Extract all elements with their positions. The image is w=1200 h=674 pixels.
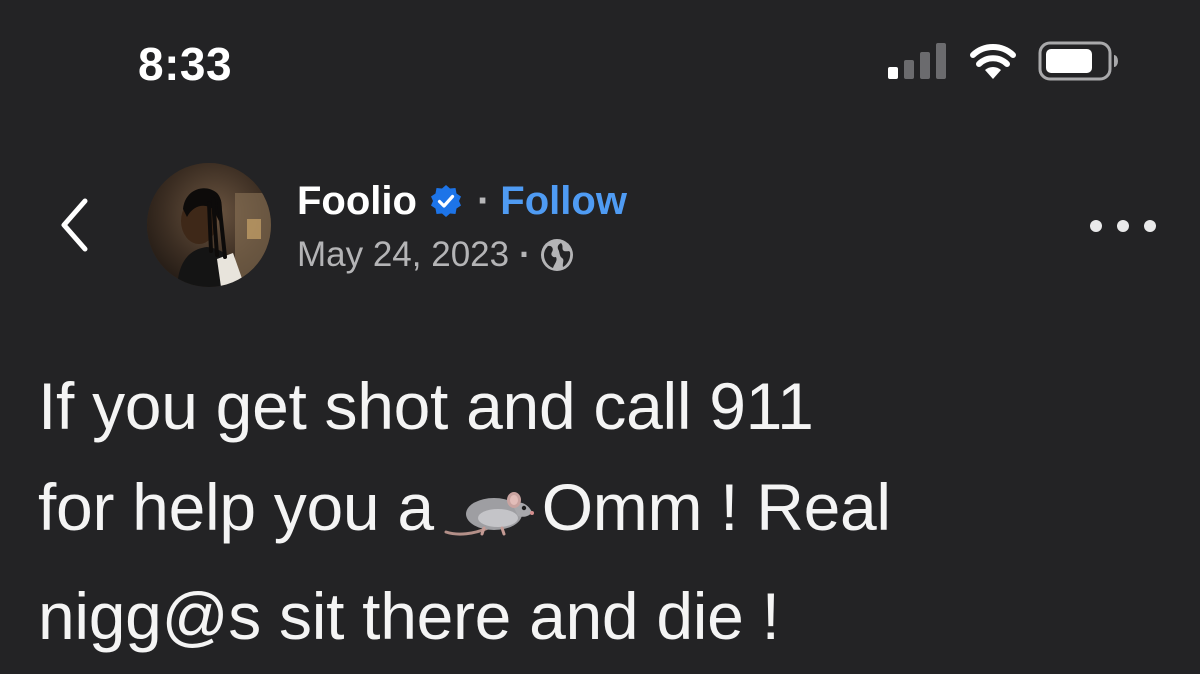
- post-text-segment: Omm ! Real: [541, 470, 891, 544]
- post-meta: May 24, 2023 ·: [297, 232, 575, 278]
- post-text-line: nigg@s sit there and die !: [38, 579, 780, 653]
- status-icons: [888, 38, 1120, 84]
- more-horizontal-icon: [1144, 220, 1156, 232]
- chevron-left-icon: [61, 198, 88, 252]
- more-horizontal-icon: [1117, 220, 1129, 232]
- globe-icon: [539, 237, 575, 273]
- avatar[interactable]: [147, 163, 271, 287]
- verified-badge-icon: [429, 184, 463, 218]
- post-date: May 24, 2023: [297, 235, 510, 274]
- battery-icon: [1038, 41, 1118, 81]
- wifi-icon: [970, 44, 1016, 79]
- rat-emoji: [440, 465, 536, 566]
- cellular-signal-icon: [888, 43, 946, 79]
- post-text: If you get shot and call 911 for help yo…: [38, 356, 1158, 667]
- post-text-segment: for help you a: [38, 470, 434, 544]
- author-row: Foolio · Follow: [297, 176, 627, 226]
- more-horizontal-icon: [1090, 220, 1102, 232]
- status-time: 8:33: [138, 38, 233, 90]
- more-options-button[interactable]: [1090, 206, 1156, 246]
- separator-dot: ·: [519, 235, 531, 274]
- author-name[interactable]: Foolio: [297, 176, 417, 226]
- separator-dot: ·: [476, 179, 491, 223]
- post-text-line: for help you a Omm ! Real: [38, 457, 1158, 566]
- profile-photo: [147, 163, 271, 287]
- follow-button[interactable]: Follow: [500, 176, 627, 226]
- post-text-line: If you get shot and call 911: [38, 369, 814, 443]
- back-button[interactable]: [44, 190, 104, 260]
